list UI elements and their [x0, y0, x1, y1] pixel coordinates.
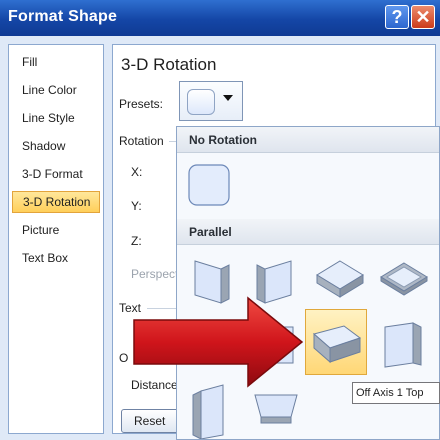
y-label: Y: [131, 199, 142, 213]
preset-tooltip: Off Axis 1 Top [352, 382, 440, 404]
preset-parallel-8[interactable] [373, 313, 435, 375]
preset-off-axis-1-top[interactable] [305, 309, 367, 375]
rotated-square-right-icon [384, 322, 422, 368]
x-label: X: [131, 165, 143, 179]
nav-item-shadow[interactable]: Shadow [12, 135, 100, 157]
flat-square-icon [188, 164, 230, 206]
nav-item-picture[interactable]: Picture [12, 219, 100, 241]
object-position-label: O [119, 351, 129, 365]
perspective-label: Perspect [131, 267, 179, 281]
close-icon: ✕ [415, 6, 431, 27]
nav-item-3d-rotation[interactable]: 3-D Rotation [12, 191, 100, 213]
preset-parallel-3[interactable] [309, 249, 371, 311]
preset-swatch-icon [187, 89, 215, 115]
nav-item-line-color[interactable]: Line Color [12, 79, 100, 101]
close-button[interactable]: ✕ [411, 5, 435, 29]
presets-label: Presets: [119, 97, 164, 111]
tilted-tray-icon [380, 262, 428, 296]
help-button[interactable]: ? [385, 5, 409, 29]
off-axis-top-icon [312, 325, 362, 364]
preset-parallel-4[interactable] [373, 249, 435, 311]
gallery-header-parallel: Parallel [177, 219, 439, 245]
nav-item-text-box[interactable]: Text Box [12, 247, 100, 269]
red-arrow-annotation [133, 296, 304, 388]
tilted-diamond-icon [316, 260, 364, 298]
presets-dropdown[interactable] [179, 81, 243, 121]
category-list: Fill Line Color Line Style Shadow 3-D Fo… [8, 44, 104, 434]
nav-item-line-style[interactable]: Line Style [12, 107, 100, 129]
panel-title: 3-D Rotation [121, 55, 217, 74]
rotation-label: Rotation [119, 134, 164, 148]
title-bar: Format Shape ? ✕ [0, 0, 440, 37]
help-icon: ? [391, 6, 403, 27]
z-label: Z: [131, 234, 142, 248]
window-title: Format Shape [8, 8, 118, 25]
chevron-down-icon [223, 95, 233, 101]
nav-item-fill[interactable]: Fill [12, 51, 100, 73]
preset-no-rotation[interactable] [183, 159, 235, 211]
gallery-header-no-rotation: No Rotation [177, 127, 439, 153]
nav-item-3d-format[interactable]: 3-D Format [12, 163, 100, 185]
